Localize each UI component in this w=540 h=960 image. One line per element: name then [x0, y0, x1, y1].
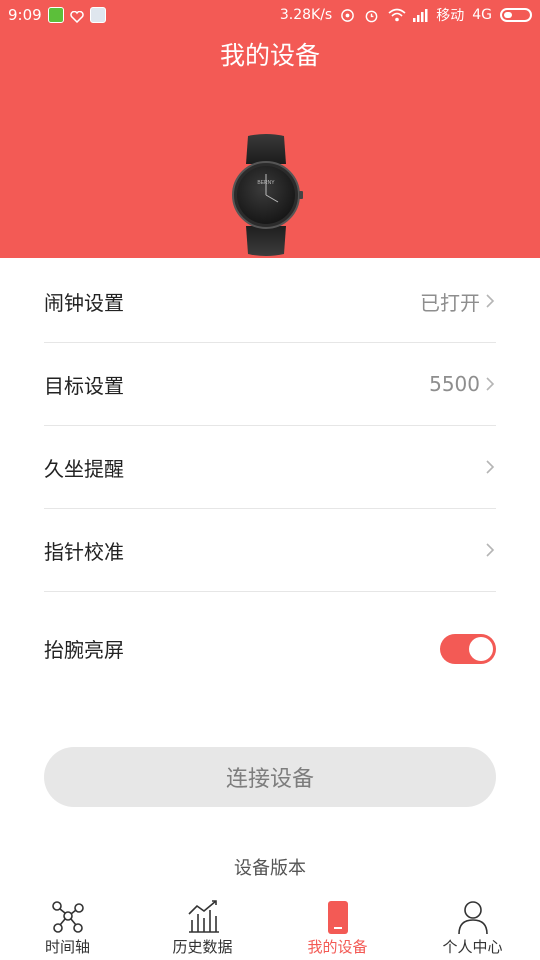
alarm-icon	[364, 8, 380, 23]
watch-brand-text: BERNY	[257, 180, 275, 186]
alarm-settings-value: 已打开	[420, 290, 480, 315]
alarm-settings-row[interactable]: 闹钟设置 已打开	[44, 260, 496, 343]
goal-settings-row[interactable]: 目标设置 5500	[44, 343, 496, 426]
timeline-icon	[51, 901, 84, 933]
heart-notification-icon	[69, 9, 84, 24]
gallery-notification-icon	[89, 7, 106, 23]
wifi-icon	[388, 8, 406, 22]
tab-timeline-label: 时间轴	[44, 938, 90, 956]
hand-calibration-row[interactable]: 指针校准	[44, 509, 496, 592]
bottom-tab-bar: 时间轴 历史数据 我的设备 个人中心	[0, 892, 540, 960]
goal-settings-label: 目标设置	[44, 373, 124, 398]
goal-settings-value: 5500	[429, 372, 480, 396]
chevron-right-icon	[486, 460, 495, 474]
network-speed: 3.28K/s	[279, 7, 333, 23]
wrist-raise-toggle[interactable]	[440, 633, 496, 664]
sync-icon	[340, 8, 356, 22]
person-icon	[457, 901, 488, 935]
my-device-screen: 9:09 3.28K/s 移动 4G 我的设备 BERNY 闹钟设置 已打开 目…	[0, 0, 540, 960]
device-version-label[interactable]: 设备版本	[0, 854, 540, 880]
chevron-right-icon	[486, 543, 495, 557]
chevron-right-icon	[486, 294, 495, 308]
app-notification-icon	[47, 7, 64, 23]
device-icon	[327, 901, 348, 934]
chevron-right-icon	[486, 377, 495, 391]
tab-timeline[interactable]: 时间轴	[0, 892, 135, 960]
network-type: 4G	[472, 7, 492, 23]
wrist-raise-row: 抬腕亮屏	[44, 607, 496, 690]
tab-profile-label: 个人中心	[442, 938, 503, 956]
status-time: 9:09	[8, 6, 42, 24]
watch-image: BERNY	[232, 134, 303, 256]
battery-icon	[500, 8, 532, 22]
tab-history[interactable]: 历史数据	[135, 892, 270, 960]
toggle-knob	[469, 636, 493, 661]
history-chart-icon	[187, 900, 219, 933]
sedentary-reminder-row[interactable]: 久坐提醒	[44, 426, 496, 509]
hand-calibration-label: 指针校准	[44, 539, 124, 564]
sedentary-reminder-label: 久坐提醒	[44, 456, 124, 481]
page-title: 我的设备	[219, 41, 320, 70]
connect-device-button[interactable]: 连接设备	[44, 747, 496, 807]
header-banner: 9:09 3.28K/s 移动 4G 我的设备 BERNY	[0, 0, 540, 258]
tab-my-device[interactable]: 我的设备	[270, 892, 405, 960]
tab-profile[interactable]: 个人中心	[405, 892, 540, 960]
tab-my-device-label: 我的设备	[307, 938, 368, 956]
alarm-settings-label: 闹钟设置	[44, 290, 124, 315]
wrist-raise-label: 抬腕亮屏	[44, 638, 124, 662]
tab-history-label: 历史数据	[172, 938, 233, 956]
signal-icon	[412, 8, 428, 22]
status-bar: 9:09 3.28K/s 移动 4G	[0, 0, 540, 30]
carrier-label: 移动	[436, 8, 465, 24]
